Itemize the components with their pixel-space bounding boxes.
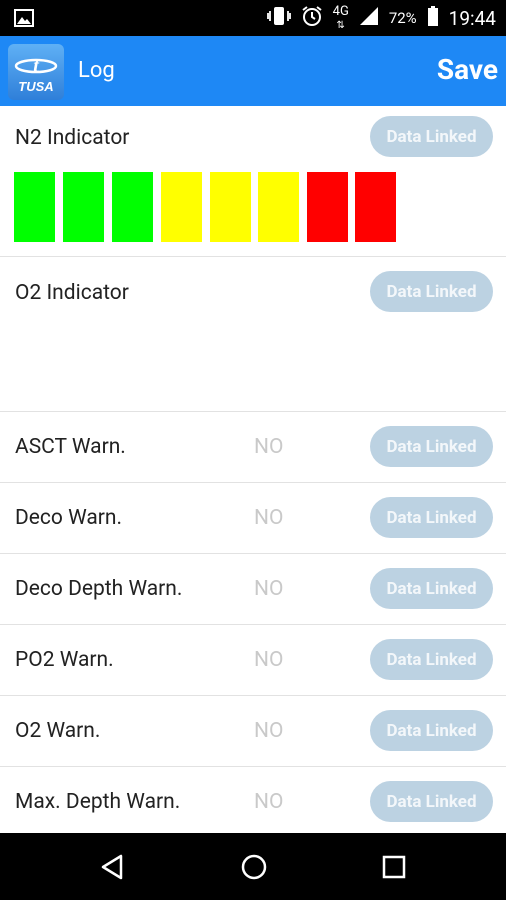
warning-label: Deco Warn. bbox=[15, 506, 123, 530]
battery-percent: 72% bbox=[388, 9, 417, 27]
app-bar: t TUSA Log Save bbox=[0, 36, 506, 106]
page-title: Log bbox=[78, 58, 115, 83]
log-content: N2 Indicator Data Linked O2 Indicator Da… bbox=[0, 106, 506, 833]
warning-row-po2: PO2 Warn. NO Data Linked bbox=[0, 625, 506, 696]
o2-data-linked-button[interactable]: Data Linked bbox=[370, 271, 493, 312]
back-icon[interactable] bbox=[97, 851, 129, 883]
alarm-icon bbox=[301, 5, 323, 32]
warning-label: O2 Warn. bbox=[15, 719, 101, 743]
warning-value: NO bbox=[254, 790, 284, 814]
deco-data-linked-button[interactable]: Data Linked bbox=[370, 497, 493, 538]
save-button[interactable]: Save bbox=[437, 53, 498, 86]
network-type: 4G bbox=[332, 3, 349, 19]
po2-data-linked-button[interactable]: Data Linked bbox=[370, 639, 493, 680]
network-4g-icon: 4G ⇅ bbox=[332, 3, 349, 31]
n2-bar-segment bbox=[161, 172, 202, 242]
warning-value: NO bbox=[254, 435, 284, 459]
n2-data-linked-button[interactable]: Data Linked bbox=[370, 116, 493, 157]
o2-warn-data-linked-button[interactable]: Data Linked bbox=[370, 710, 493, 751]
n2-bar-segment bbox=[307, 172, 348, 242]
app-logo: t TUSA bbox=[8, 44, 64, 100]
n2-indicator-label: N2 Indicator bbox=[15, 126, 130, 150]
logo-text: TUSA bbox=[18, 79, 54, 94]
warning-row-deco: Deco Warn. NO Data Linked bbox=[0, 483, 506, 554]
battery-icon bbox=[427, 5, 439, 31]
n2-bar-graph bbox=[14, 172, 404, 242]
warning-value: NO bbox=[254, 648, 284, 672]
logo-swoosh-icon: t bbox=[14, 55, 58, 76]
warning-label: Deco Depth Warn. bbox=[15, 577, 183, 601]
n2-bar-segment bbox=[112, 172, 153, 242]
max-depth-data-linked-button[interactable]: Data Linked bbox=[370, 781, 493, 822]
recents-icon[interactable] bbox=[378, 851, 410, 883]
home-icon[interactable] bbox=[238, 851, 270, 883]
system-nav-bar bbox=[0, 833, 506, 900]
warning-label: Max. Depth Warn. bbox=[15, 790, 181, 814]
asct-data-linked-button[interactable]: Data Linked bbox=[370, 426, 493, 467]
n2-bar-segment bbox=[355, 172, 396, 242]
n2-bar-segment bbox=[258, 172, 299, 242]
vibrate-icon bbox=[266, 6, 291, 31]
clock: 19:44 bbox=[448, 6, 496, 30]
n2-bar-segment bbox=[14, 172, 55, 242]
warning-value: NO bbox=[254, 577, 284, 601]
o2-indicator-label: O2 Indicator bbox=[15, 281, 129, 305]
n2-indicator-row: N2 Indicator Data Linked bbox=[0, 106, 506, 257]
warning-label: PO2 Warn. bbox=[15, 648, 114, 672]
n2-bar-segment bbox=[210, 172, 251, 242]
warning-value: NO bbox=[254, 719, 284, 743]
deco-depth-data-linked-button[interactable]: Data Linked bbox=[370, 568, 493, 609]
status-icons: 4G ⇅ 72% 19:44 bbox=[266, 0, 496, 36]
status-bar: 4G ⇅ 72% 19:44 bbox=[0, 0, 506, 36]
warning-row-deco-depth: Deco Depth Warn. NO Data Linked bbox=[0, 554, 506, 625]
warning-row-max-depth: Max. Depth Warn. NO Data Linked bbox=[0, 767, 506, 833]
warning-value: NO bbox=[254, 506, 284, 530]
image-icon bbox=[14, 9, 34, 27]
o2-indicator-row: O2 Indicator Data Linked bbox=[0, 257, 506, 412]
signal-icon bbox=[359, 6, 379, 31]
warning-row-asct: ASCT Warn. NO Data Linked bbox=[0, 412, 506, 483]
warning-row-o2: O2 Warn. NO Data Linked bbox=[0, 696, 506, 767]
warning-label: ASCT Warn. bbox=[15, 435, 126, 459]
n2-bar-segment bbox=[63, 172, 104, 242]
